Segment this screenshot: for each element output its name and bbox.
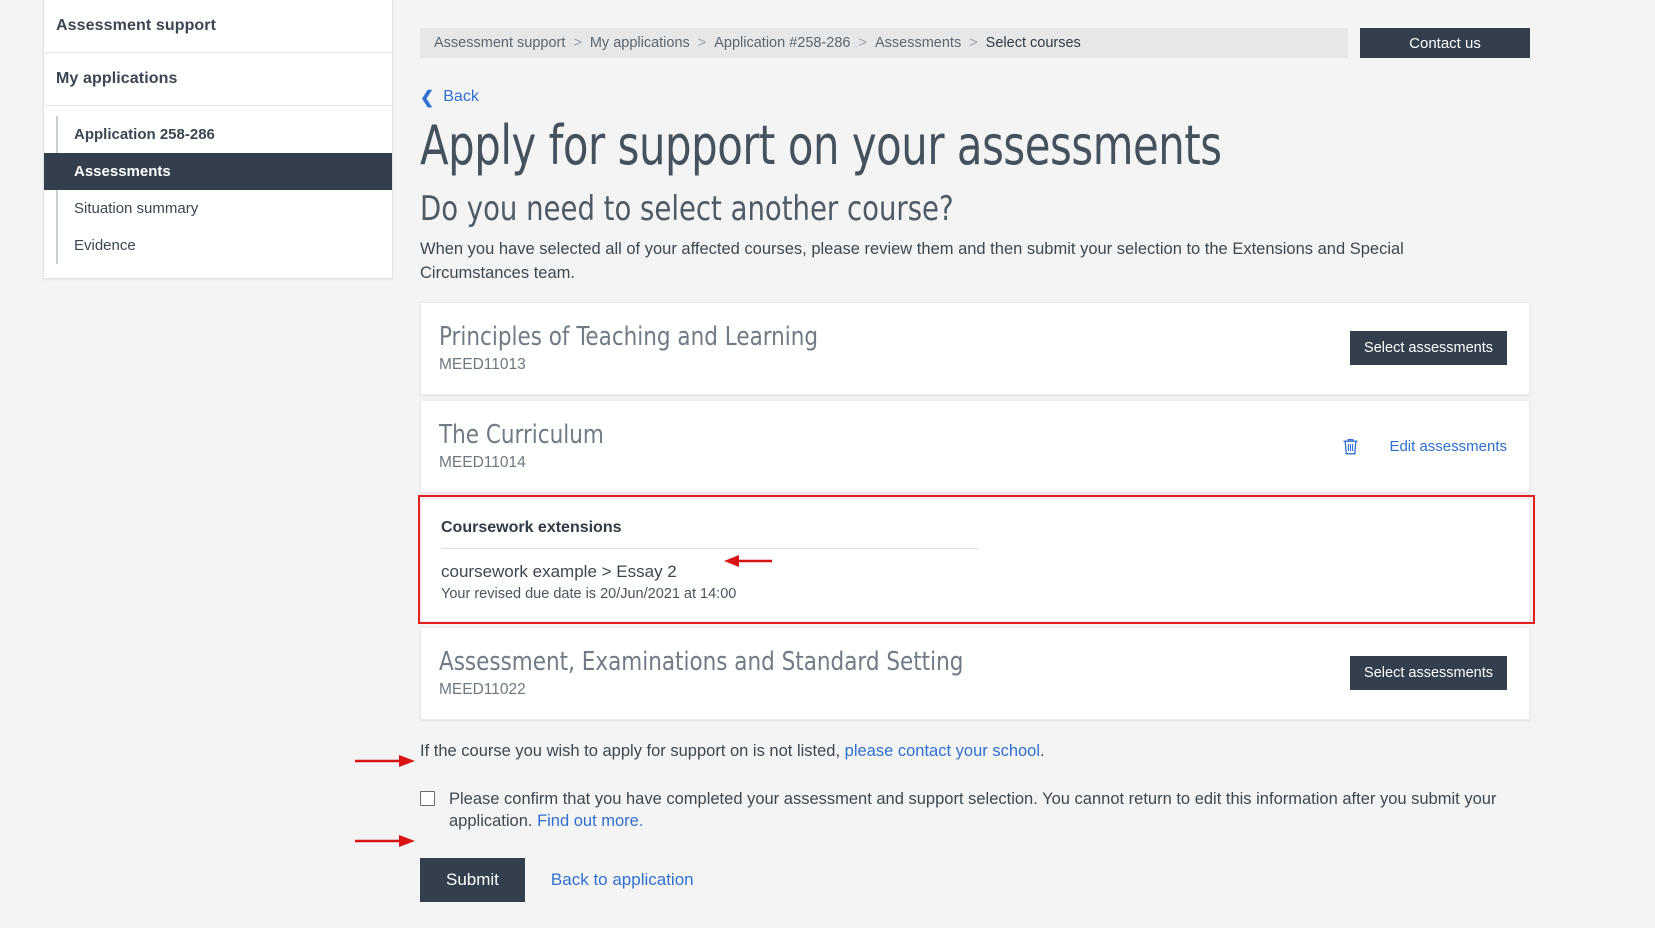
breadcrumb-item-select-courses: Select courses (985, 35, 1081, 51)
course-not-listed-text: If the course you wish to apply for supp… (420, 742, 1530, 761)
breadcrumb-item-my-applications[interactable]: My applications (590, 35, 690, 51)
confirm-checkbox[interactable] (420, 790, 435, 806)
revised-due-date: Your revised due date is 20/Jun/2021 at … (441, 585, 737, 602)
course-card-actions: Edit assessments (1342, 437, 1507, 456)
course-code: MEED11014 (439, 453, 526, 471)
page-title: Apply for support on your assessments (420, 113, 1222, 177)
sidebar-section-assessment-support[interactable]: Assessment support (44, 0, 392, 53)
coursework-extensions-title: Coursework extensions (441, 519, 978, 549)
breadcrumb-separator: > (969, 35, 978, 51)
select-assessments-button[interactable]: Select assessments (1350, 331, 1507, 366)
course-name: Assessment, Examinations and Standard Se… (439, 646, 964, 677)
page-root: Assessment support My applications Appli… (0, 0, 1655, 928)
main-content: Assessment support > My applications > A… (418, 0, 1535, 903)
breadcrumb-separator: > (858, 35, 867, 51)
contact-us-button[interactable]: Contact us (1360, 28, 1530, 58)
not-listed-prefix: If the course you wish to apply for supp… (420, 741, 845, 760)
top-bar: Assessment support > My applications > A… (420, 0, 1530, 58)
sidebar-item-application-258-286[interactable]: Application 258-286 (44, 116, 392, 153)
trash-icon[interactable] (1342, 437, 1359, 456)
course-card: Principles of Teaching and Learning MEED… (420, 301, 1530, 395)
course-name: The Curriculum (439, 419, 604, 450)
page-subtitle: Do you need to select another course? (420, 188, 954, 229)
breadcrumb-separator: > (573, 35, 582, 51)
sidebar-item-list: Application 258-286 Assessments Situatio… (44, 106, 392, 278)
contact-your-school-link[interactable]: please contact your school (845, 742, 1040, 760)
back-link[interactable]: ❮ Back (420, 88, 479, 106)
back-to-application-link[interactable]: Back to application (551, 870, 694, 890)
select-assessments-button[interactable]: Select assessments (1350, 656, 1507, 691)
course-code: MEED11013 (439, 355, 526, 373)
sidebar: Assessment support My applications Appli… (43, 0, 393, 279)
coursework-extensions-panel: Coursework extensions coursework example… (420, 497, 1530, 622)
breadcrumb-item-application[interactable]: Application #258-286 (714, 35, 850, 51)
course-info: Principles of Teaching and Learning MEED… (439, 321, 851, 374)
annotation-arrow-submit-button (355, 835, 415, 847)
sidebar-item-assessments[interactable]: Assessments (44, 153, 392, 190)
breadcrumb-separator: > (697, 35, 707, 51)
not-listed-suffix: . (1040, 741, 1045, 760)
course-code: MEED11022 (439, 680, 526, 698)
course-card-list: Principles of Teaching and Learning MEED… (418, 301, 1535, 720)
course-name: Principles of Teaching and Learning (439, 321, 819, 352)
find-out-more-link[interactable]: Find out more. (537, 812, 643, 830)
course-info: The Curriculum MEED11014 (439, 419, 618, 472)
breadcrumb-item-assessments[interactable]: Assessments (875, 35, 961, 51)
annotation-arrow-confirm-checkbox (355, 755, 415, 767)
coursework-extensions-panel-wrapper: Coursework extensions coursework example… (418, 494, 1535, 624)
course-info: Assessment, Examinations and Standard Se… (439, 646, 1009, 699)
breadcrumb-item-assessment-support[interactable]: Assessment support (434, 35, 565, 51)
edit-assessments-link[interactable]: Edit assessments (1389, 438, 1507, 455)
breadcrumb: Assessment support > My applications > A… (420, 28, 1348, 58)
submit-row: Submit Back to application (420, 858, 1530, 903)
sidebar-section-my-applications[interactable]: My applications (44, 53, 392, 106)
coursework-extension-item: coursework example > Essay 2 (441, 561, 677, 581)
course-card: The Curriculum MEED11014 Edit assessment… (420, 399, 1530, 493)
sidebar-item-evidence[interactable]: Evidence (44, 227, 392, 264)
sidebar-item-situation-summary[interactable]: Situation summary (44, 190, 392, 227)
chevron-left-icon: ❮ (420, 87, 435, 107)
confirm-text: Please confirm that you have completed y… (449, 788, 1529, 833)
submit-button[interactable]: Submit (420, 858, 525, 903)
back-link-label: Back (443, 88, 479, 105)
course-card: Assessment, Examinations and Standard Se… (420, 626, 1530, 720)
intro-paragraph: When you have selected all of your affec… (420, 239, 1404, 282)
confirm-row: Please confirm that you have completed y… (420, 788, 1530, 833)
